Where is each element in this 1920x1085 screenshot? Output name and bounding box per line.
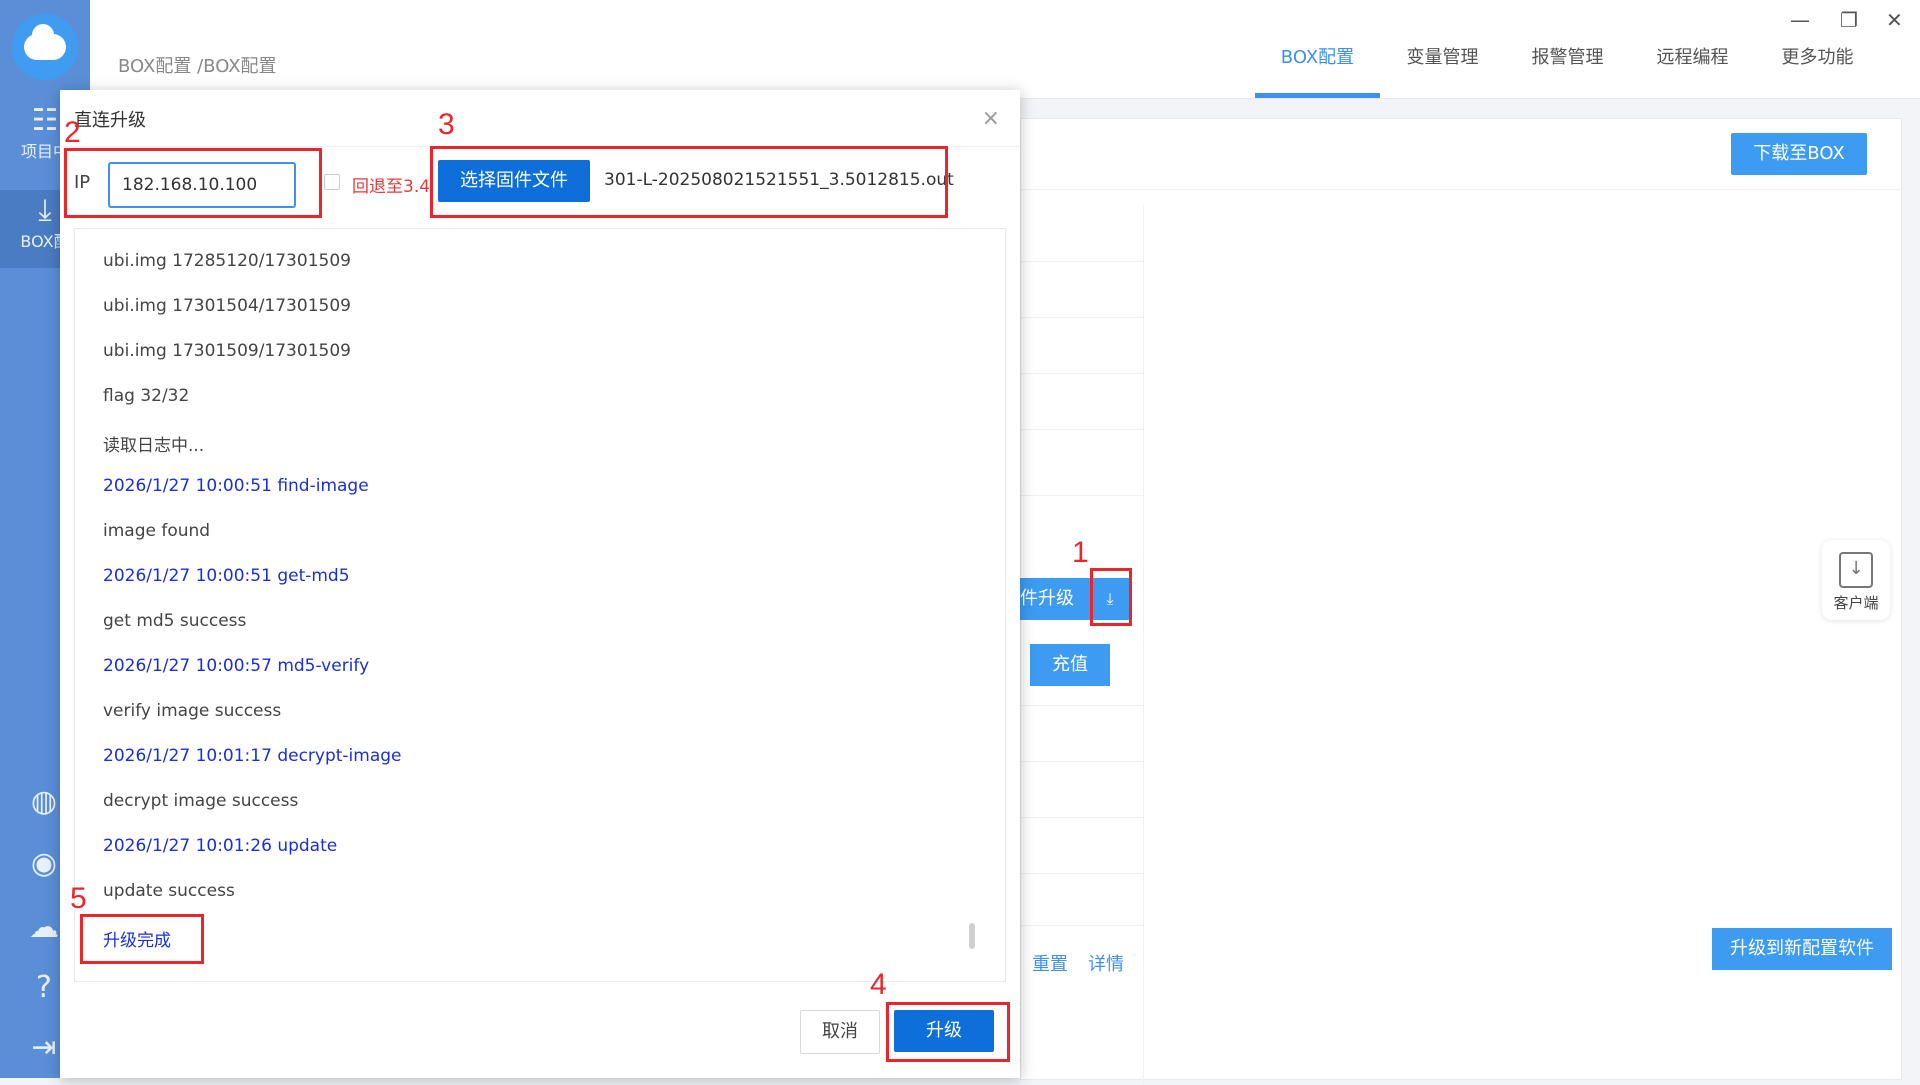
- recharge-button[interactable]: 充值: [1030, 644, 1110, 686]
- direct-upgrade-dialog: 直连升级 × IP 回退至3.4 选择固件文件 301-L-2025080215…: [60, 90, 1020, 1078]
- log-line: verify image success: [103, 701, 282, 721]
- breadcrumb: BOX配置 /BOX配置: [118, 56, 277, 77]
- dialog-title: 直连升级: [74, 110, 146, 131]
- log-line: flag 32/32: [103, 386, 190, 406]
- annotation-box-5: [80, 914, 204, 964]
- reset-link[interactable]: 重置: [1032, 950, 1068, 976]
- log-line: 2026/1/27 10:00:57 md5-verify: [103, 656, 370, 676]
- annotation-number-4: 4: [870, 968, 887, 1001]
- annotation-box-3: [430, 146, 948, 218]
- upgrade-log[interactable]: ubi.img 17285120/17301509 ubi.img 173015…: [74, 228, 1006, 982]
- tab-box-config[interactable]: BOX配置: [1255, 44, 1380, 98]
- annotation-box-1: [1090, 568, 1132, 626]
- tab-variables[interactable]: 变量管理: [1380, 44, 1505, 98]
- log-line: 2026/1/27 10:01:17 decrypt-image: [103, 746, 402, 766]
- upgrade-new-config-software-button[interactable]: 升级到新配置软件: [1712, 928, 1892, 970]
- cloud-icon: [24, 24, 66, 60]
- restore-icon[interactable]: ❐: [1840, 8, 1858, 32]
- annotation-number-1: 1: [1072, 536, 1089, 569]
- panel-header: 下载至BOX: [1021, 119, 1901, 190]
- annotation-box-4: [886, 1002, 1010, 1062]
- top-bar: BOX配置 /BOX配置 BOX配置 变量管理 报警管理 远程编程 更多功能 —…: [90, 0, 1920, 99]
- tab-remote-programming[interactable]: 远程编程: [1630, 44, 1755, 98]
- details-link[interactable]: 详情: [1088, 950, 1124, 976]
- log-line: 2026/1/27 10:00:51 get-md5: [103, 566, 350, 586]
- help-icon[interactable]: ?: [26, 970, 62, 1006]
- log-line: update success: [103, 881, 235, 901]
- rollback-label: 回退至3.4: [352, 177, 431, 197]
- log-line: get md5 success: [103, 611, 247, 631]
- log-scrollbar[interactable]: [969, 923, 975, 949]
- tab-more[interactable]: 更多功能: [1755, 44, 1880, 98]
- close-icon[interactable]: ×: [982, 106, 1000, 131]
- download-to-box-button[interactable]: 下载至BOX: [1731, 133, 1867, 175]
- minimize-icon[interactable]: —: [1790, 8, 1810, 32]
- log-line: 2026/1/27 10:01:26 update: [103, 836, 338, 856]
- log-line: 2026/1/27 10:00:51 find-image: [103, 476, 369, 496]
- user-icon[interactable]: ◉: [26, 846, 62, 882]
- annotation-box-2: [64, 148, 322, 218]
- log-line: 读取日志中...: [103, 436, 205, 456]
- client-label: 客户端: [1833, 594, 1879, 612]
- log-line: image found: [103, 521, 211, 541]
- globe-icon[interactable]: ◍: [26, 784, 62, 820]
- log-line: ubi.img 17301504/17301509: [103, 296, 351, 316]
- tab-alarms[interactable]: 报警管理: [1505, 44, 1630, 98]
- cancel-button[interactable]: 取消: [800, 1010, 880, 1054]
- close-icon[interactable]: ✕: [1886, 8, 1903, 32]
- cloud-upload-icon[interactable]: ☁: [26, 910, 62, 946]
- log-line: decrypt image success: [103, 791, 299, 811]
- log-line: ubi.img 17301509/17301509: [103, 341, 351, 361]
- rollback-checkbox[interactable]: [324, 174, 340, 190]
- app-logo: [12, 14, 78, 80]
- client-download-widget[interactable]: ↓ 客户端: [1822, 540, 1890, 620]
- annotation-number-2: 2: [64, 116, 81, 149]
- top-tabs: BOX配置 变量管理 报警管理 远程编程 更多功能: [1255, 44, 1880, 98]
- logout-icon[interactable]: ⇥: [26, 1030, 62, 1066]
- download-icon: ↓: [1839, 552, 1873, 588]
- annotation-number-3: 3: [438, 108, 455, 141]
- log-line: ubi.img 17285120/17301509: [103, 251, 351, 271]
- annotation-number-5: 5: [70, 882, 87, 915]
